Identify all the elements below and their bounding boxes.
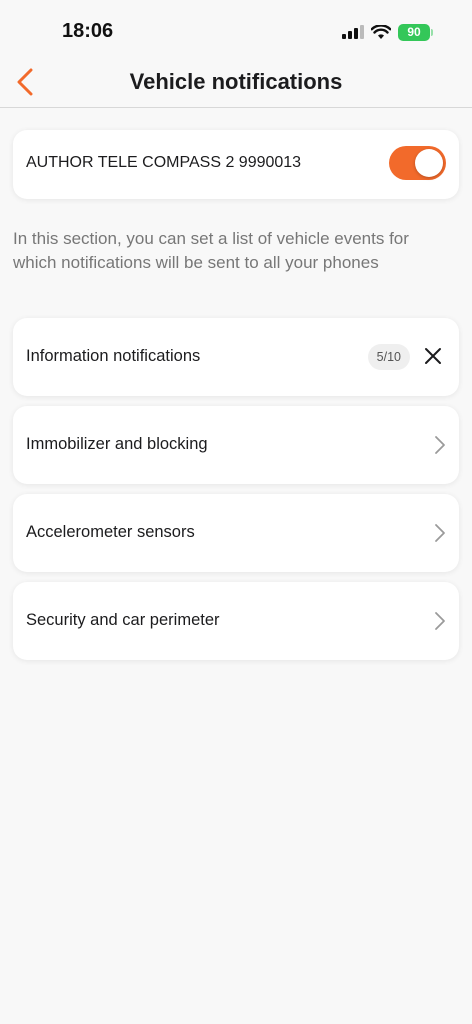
notifications-toggle[interactable] — [389, 146, 446, 180]
chevron-right-icon — [435, 436, 445, 454]
status-icons: 90 — [342, 22, 433, 42]
menu-item-immobilizer-blocking[interactable]: Immobilizer and blocking — [13, 406, 459, 484]
battery-icon: 90 — [398, 23, 433, 41]
chevron-right-icon — [435, 524, 445, 542]
signal-icon — [342, 25, 364, 39]
device-card: AUTHOR TELE COMPASS 2 9990013 — [13, 130, 459, 199]
battery-level: 90 — [407, 25, 421, 39]
menu-item-label: Security and car perimeter — [26, 611, 220, 629]
status-bar: 18:06 90 — [0, 0, 472, 60]
menu-item-label: Information notifications — [26, 347, 201, 365]
device-name: AUTHOR TELE COMPASS 2 9990013 — [26, 154, 302, 171]
toggle-knob — [415, 149, 443, 177]
menu-item-accelerometer-sensors[interactable]: Accelerometer sensors — [13, 494, 459, 572]
count-badge: 5/10 — [367, 344, 410, 370]
chevron-right-icon — [435, 612, 445, 630]
status-time: 18:06 — [62, 20, 114, 42]
section-description: In this section, you can set a list of v… — [13, 229, 409, 272]
menu-item-information-notifications[interactable]: Information notifications 5/10 — [13, 318, 459, 396]
menu-item-security-perimeter[interactable]: Security and car perimeter — [13, 582, 459, 660]
wifi-icon — [371, 24, 391, 39]
close-icon[interactable] — [420, 343, 446, 369]
menu-item-label: Immobilizer and blocking — [26, 435, 208, 453]
page-title: Vehicle notifications — [129, 69, 343, 94]
nav-bar: Vehicle notifications — [0, 60, 472, 108]
menu-item-label: Accelerometer sensors — [26, 523, 195, 541]
